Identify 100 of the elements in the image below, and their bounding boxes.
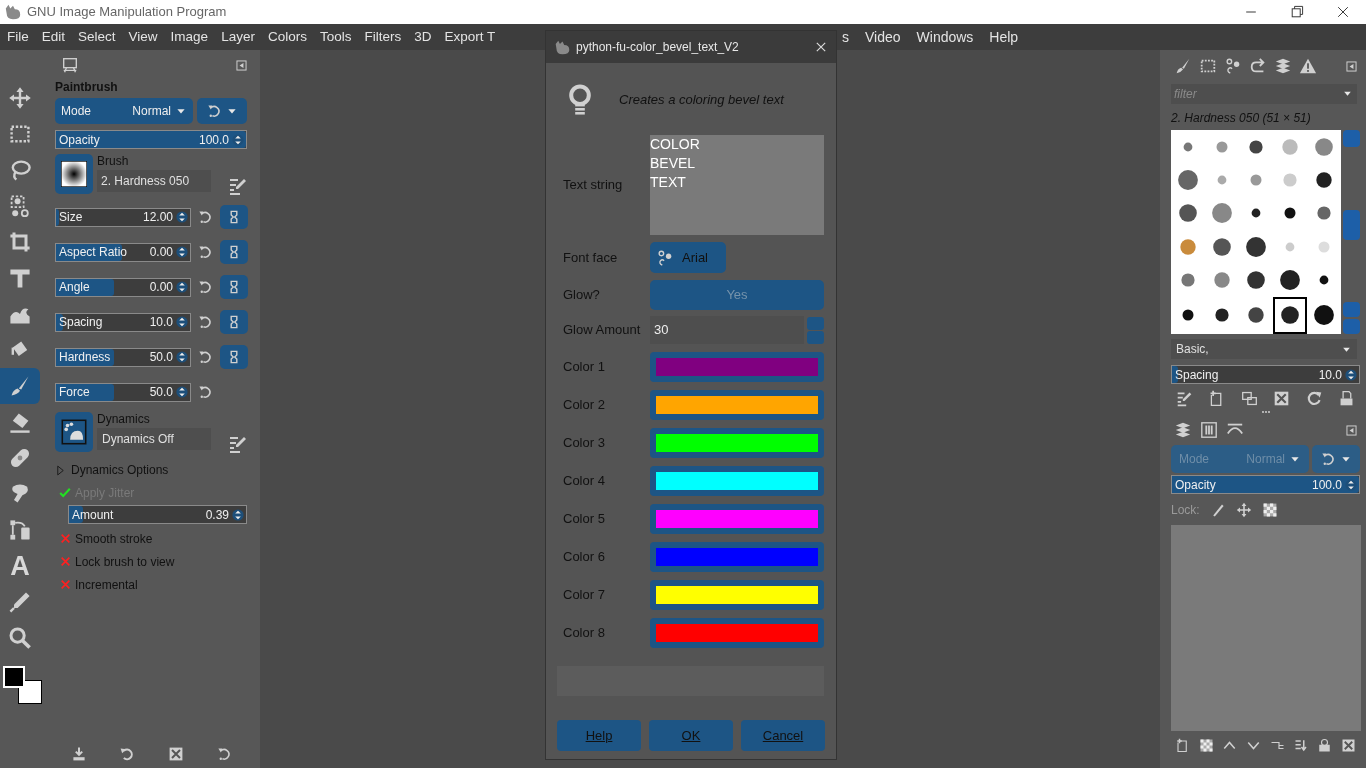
menu-item[interactable]: Edit: [41, 26, 66, 48]
reset-icon[interactable]: [197, 209, 213, 225]
slider[interactable]: Amount 0.39: [68, 505, 247, 524]
brush-name-field[interactable]: 2. Hardness 050: [97, 170, 211, 192]
lock-position-icon[interactable]: [1235, 502, 1252, 518]
channels-icon[interactable]: [1200, 421, 1218, 439]
menu-item[interactable]: 3D: [414, 26, 432, 48]
spinner-icon[interactable]: [175, 280, 189, 294]
menu-item[interactable]: View: [128, 26, 158, 48]
color-button[interactable]: [650, 428, 824, 458]
spinner-icon[interactable]: [175, 385, 189, 399]
brush-preview[interactable]: [55, 154, 93, 194]
menu-item[interactable]: Image: [170, 26, 209, 48]
mode-dropdown[interactable]: Mode Normal: [55, 98, 193, 124]
warning-icon[interactable]: [1299, 57, 1317, 75]
collapse-icon[interactable]: [1345, 423, 1358, 437]
edit-icon[interactable]: [228, 176, 248, 196]
delete-icon[interactable]: [1273, 390, 1291, 407]
menu-item[interactable]: Windows: [916, 26, 974, 48]
slider[interactable]: Angle 0.00: [55, 277, 191, 297]
color-button[interactable]: [650, 618, 824, 648]
spinner-icon[interactable]: [175, 245, 189, 259]
merge-icon[interactable]: [1293, 738, 1309, 753]
mask-icon[interactable]: [1317, 738, 1333, 753]
color-button[interactable]: [650, 390, 824, 420]
undo-icon[interactable]: [1249, 57, 1267, 75]
chain-button[interactable]: [220, 310, 248, 334]
close-icon[interactable]: [814, 40, 828, 54]
field-label: Text string: [563, 176, 624, 195]
dynamics-preview[interactable]: [55, 412, 93, 452]
chain-button[interactable]: [220, 205, 248, 229]
spinner-icon[interactable]: [1344, 367, 1358, 382]
text-tool-button[interactable]: A: [0, 548, 40, 584]
save-icon[interactable]: [71, 746, 88, 762]
spinner-icon[interactable]: [231, 507, 245, 522]
menu-item[interactable]: Colors: [267, 26, 307, 48]
dynamics-name-field[interactable]: Dynamics Off: [97, 428, 211, 450]
menu-item[interactable]: Export T: [444, 26, 496, 48]
slider[interactable]: Size 12.00: [55, 207, 191, 227]
menu-item[interactable]: Layer: [221, 26, 255, 48]
spinner-icon[interactable]: [175, 210, 189, 224]
spinner-icon[interactable]: [175, 315, 189, 329]
tag-dropdown[interactable]: Basic,: [1171, 339, 1357, 359]
slider[interactable]: Force 50.0: [55, 382, 191, 402]
chain-button[interactable]: [220, 240, 248, 264]
color-button[interactable]: [650, 542, 824, 572]
text-string-field[interactable]: COLOR BEVEL TEXT: [650, 135, 824, 235]
brush-cell[interactable]: [1273, 296, 1307, 334]
menu-item[interactable]: File: [7, 26, 29, 48]
collapse-icon[interactable]: [1345, 59, 1358, 73]
scroll-thumb[interactable]: [1343, 209, 1360, 240]
edit-icon[interactable]: [1176, 390, 1193, 407]
duplicate-icon[interactable]: [1240, 390, 1258, 407]
spinner-icon[interactable]: [175, 350, 189, 364]
color-button[interactable]: [650, 466, 824, 496]
menu-item[interactable]: Video: [865, 26, 901, 48]
reset-icon[interactable]: [215, 746, 232, 762]
brush-thumbnail: [1211, 269, 1233, 291]
filter-field[interactable]: filter: [1171, 84, 1357, 104]
color-button[interactable]: [650, 352, 824, 382]
slider[interactable]: Hardness 50.0: [55, 347, 191, 367]
lock-alpha-icon[interactable]: [1261, 502, 1278, 518]
reset-icon[interactable]: [197, 314, 213, 330]
tool-button[interactable]: [0, 368, 40, 404]
slider-value: 0.00: [149, 279, 174, 296]
menu-item[interactable]: s: [842, 26, 849, 48]
new-layer-icon[interactable]: [1175, 738, 1190, 753]
edit-icon[interactable]: [228, 434, 248, 454]
refresh-icon[interactable]: [1305, 390, 1323, 407]
pattern-icon[interactable]: [1199, 57, 1217, 75]
foreground-color-swatch[interactable]: [3, 666, 25, 688]
reset-icon[interactable]: [197, 244, 213, 260]
menu-item[interactable]: Tools: [319, 26, 352, 48]
menu-item[interactable]: Filters: [364, 26, 402, 48]
color-button[interactable]: [650, 504, 824, 534]
slider[interactable]: Spacing 10.0: [55, 312, 191, 332]
collapse-icon[interactable]: [235, 58, 248, 72]
reset-mode-button[interactable]: [1312, 445, 1360, 473]
slider[interactable]: Aspect Ratio 0.00: [55, 242, 191, 262]
color-button[interactable]: [650, 580, 824, 610]
slider[interactable]: Opacity 100.0: [55, 130, 247, 149]
reset-icon[interactable]: [197, 279, 213, 295]
chain-button[interactable]: [220, 345, 248, 369]
slider[interactable]: Opacity 100.0: [1171, 475, 1360, 494]
layers-icon[interactable]: [1174, 421, 1192, 439]
slider[interactable]: Spacing 10.0: [1171, 365, 1360, 384]
spinner-icon[interactable]: [231, 132, 245, 147]
spinner-icon[interactable]: [1344, 477, 1358, 492]
restore-icon[interactable]: [119, 746, 136, 762]
new-group-icon[interactable]: [1198, 738, 1214, 753]
delete-icon[interactable]: [167, 746, 184, 762]
menu-item[interactable]: Help: [989, 26, 1019, 48]
glow-amount-field[interactable]: 30: [650, 316, 804, 344]
menu-item[interactable]: Select: [78, 26, 116, 48]
layers-icon[interactable]: [1274, 57, 1292, 75]
chain-button[interactable]: [220, 275, 248, 299]
reset-icon[interactable]: [197, 349, 213, 365]
delete-icon[interactable]: [1340, 738, 1356, 753]
reset-icon[interactable]: [197, 384, 213, 400]
reset-mode-button[interactable]: [197, 98, 247, 124]
